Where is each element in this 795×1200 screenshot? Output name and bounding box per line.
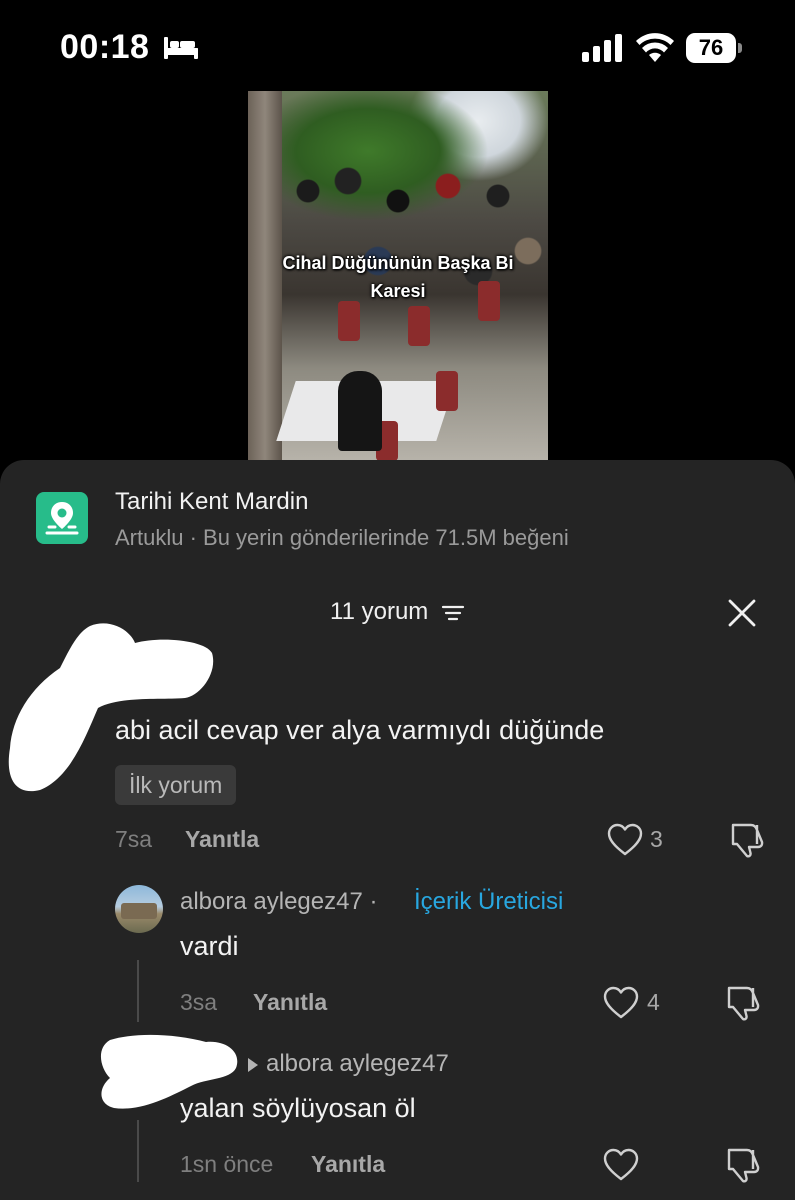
- like-count: 4: [647, 989, 660, 1015]
- thread-line: [137, 960, 139, 1022]
- creator-tag: İçerik Üreticisi: [414, 888, 564, 915]
- status-time: 00:18: [60, 28, 150, 66]
- battery-icon: 76: [686, 33, 742, 63]
- dislike-icon[interactable]: [723, 985, 761, 1021]
- comment-text: abi acil cevap ver alya varmıydı düğünde: [115, 715, 605, 745]
- signal-icon: [582, 34, 622, 62]
- battery-level: 76: [686, 33, 736, 63]
- video-chair: [408, 306, 430, 346]
- location-pin-icon: [36, 492, 88, 544]
- reply-button[interactable]: Yanıtla: [253, 989, 327, 1016]
- reply-text: vardi: [180, 931, 239, 961]
- video-chair: [338, 301, 360, 341]
- video-chair: [436, 371, 458, 411]
- location-title: Tarihi Kent Mardin: [115, 488, 309, 515]
- heart-icon[interactable]: [603, 986, 639, 1020]
- reply-text: yalan söylüyosan öl: [180, 1093, 416, 1123]
- like-count: 3: [650, 826, 663, 852]
- username-separator: ·: [369, 888, 378, 915]
- dislike-icon[interactable]: [723, 1147, 761, 1183]
- video-player[interactable]: Cihal Düğününün Başka Bi Karesi: [248, 91, 548, 461]
- comment-count-label: 11 yorum: [330, 598, 429, 625]
- reply-to-username[interactable]: albora aylegez47: [266, 1050, 449, 1078]
- reply-button[interactable]: Yanıtla: [311, 1151, 385, 1178]
- location-subtitle: Artuklu · Bu yerin gönderilerinde 71.5M …: [115, 525, 569, 550]
- sort-icon[interactable]: [441, 603, 465, 623]
- comment-sheet: Tarihi Kent Mardin Artuklu · Bu yerin gö…: [0, 460, 795, 1200]
- reply-button[interactable]: Yanıtla: [185, 826, 259, 853]
- heart-icon[interactable]: [603, 1148, 639, 1182]
- comment-time: 7sa: [115, 826, 153, 852]
- heart-icon[interactable]: [607, 823, 643, 857]
- reply-time: 1sn önce: [180, 1151, 274, 1177]
- reply-username[interactable]: albora aylegez47 ·: [180, 888, 377, 916]
- reply-arrow-icon: [248, 1058, 258, 1072]
- status-bar: 00:18 76: [0, 0, 795, 92]
- battery-tip: [738, 43, 742, 53]
- video-caption: Cihal Düğününün Başka Bi Karesi: [248, 249, 548, 305]
- video-caption-line: Karesi: [370, 281, 426, 301]
- thread-line: [137, 1120, 139, 1182]
- reply-avatar[interactable]: [115, 885, 163, 933]
- first-comment-badge: İlk yorum: [115, 765, 237, 805]
- video-caption-line: Cihal Düğününün Başka Bi: [282, 253, 514, 273]
- video-person: [338, 371, 382, 451]
- close-icon[interactable]: [727, 598, 757, 628]
- reply-username-text[interactable]: albora aylegez47: [180, 888, 363, 915]
- wifi-icon: [636, 33, 674, 62]
- location-row[interactable]: Tarihi Kent Mardin Artuklu · Bu yerin gö…: [0, 460, 795, 570]
- reply-time: 3sa: [180, 989, 218, 1015]
- dislike-icon[interactable]: [727, 822, 765, 858]
- bed-icon: [164, 37, 198, 59]
